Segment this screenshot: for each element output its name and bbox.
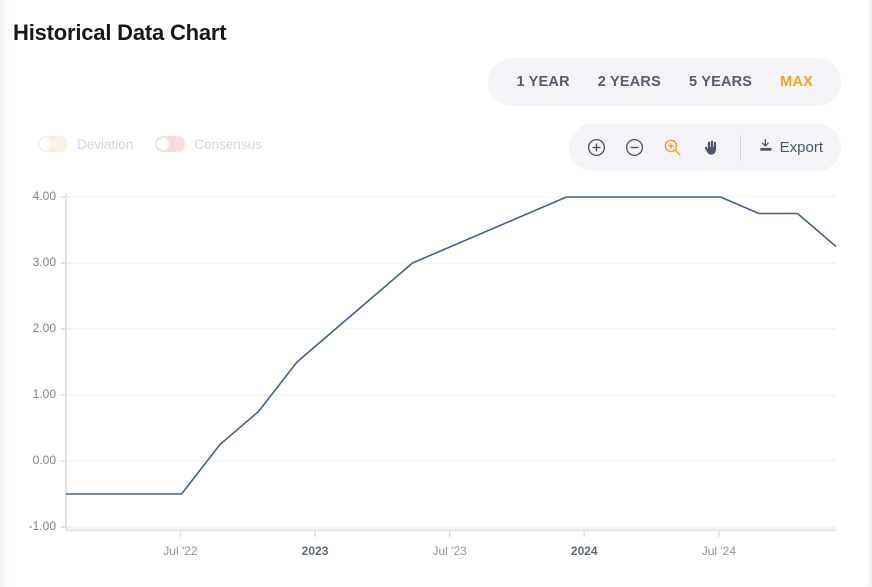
selection-zoom-icon[interactable] — [661, 136, 685, 160]
toolbar-divider — [740, 135, 741, 161]
range-option-2-years[interactable]: 2 YEARS — [584, 74, 675, 90]
y-tick-label: 1.00 — [12, 387, 56, 401]
legend-item-deviation[interactable]: Deviation — [38, 136, 133, 152]
y-tick-label: 4.00 — [12, 189, 56, 203]
toggle-knob — [157, 138, 169, 150]
x-tick-label: Jul '23 — [415, 544, 485, 558]
export-button[interactable]: Export — [758, 137, 825, 158]
range-option-1-year[interactable]: 1 YEAR — [502, 74, 583, 90]
range-option-5-years[interactable]: 5 YEARS — [675, 74, 766, 90]
x-tick-label: Jul '22 — [145, 544, 215, 558]
chart-toolbar: Export — [569, 124, 841, 171]
x-tick-label: Jul '24 — [684, 544, 754, 558]
zoom-in-icon[interactable] — [585, 136, 609, 160]
toggle-consensus[interactable] — [155, 136, 185, 152]
download-icon — [758, 137, 774, 158]
page-edge-left-shadow — [0, 0, 10, 587]
x-tick-label: 2023 — [280, 544, 350, 558]
export-label: Export — [780, 139, 823, 156]
y-tick-label: 2.00 — [12, 321, 56, 335]
page-title: Historical Data Chart — [13, 20, 226, 46]
y-tick-label: 3.00 — [12, 255, 56, 269]
x-tick-label: 2024 — [549, 544, 619, 558]
toggle-deviation[interactable] — [38, 136, 68, 152]
page-edge-right-shadow — [864, 0, 872, 587]
y-tick-label: 0.00 — [12, 453, 56, 467]
legend-label-consensus: Consensus — [194, 137, 262, 152]
legend-item-consensus[interactable]: Consensus — [155, 136, 262, 152]
toggle-knob — [40, 138, 52, 150]
series-line — [66, 197, 836, 494]
legend-label-deviation: Deviation — [77, 137, 133, 152]
zoom-out-icon[interactable] — [623, 136, 647, 160]
range-option-max[interactable]: MAX — [766, 74, 827, 90]
range-selector: 1 YEAR 2 YEARS 5 YEARS MAX — [488, 58, 841, 106]
legend: Deviation Consensus — [38, 136, 262, 152]
y-tick-label: -1.00 — [12, 519, 56, 533]
pan-icon[interactable] — [699, 136, 723, 160]
